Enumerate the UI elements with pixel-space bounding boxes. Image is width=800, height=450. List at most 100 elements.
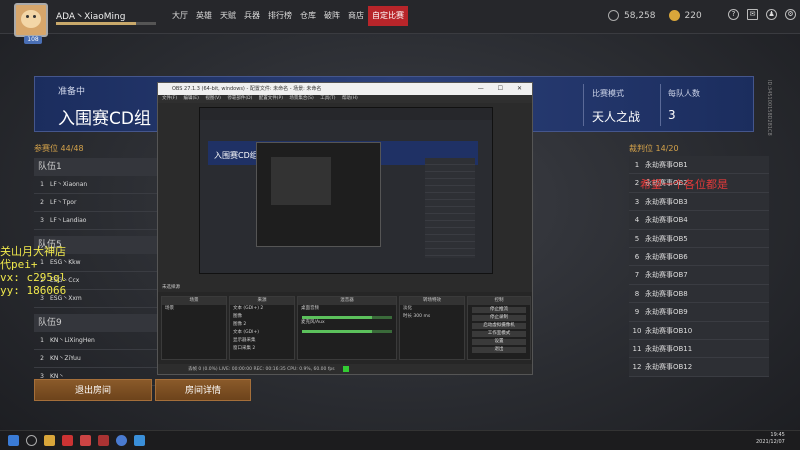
- leave-room-button[interactable]: 退出房间: [34, 379, 152, 401]
- room-details-button[interactable]: 房间详情: [155, 379, 251, 401]
- player-row[interactable]: 3 LF丶Landiao: [34, 212, 162, 230]
- coin-icon: [608, 10, 619, 21]
- obs-title: OBS 27.1.3 (64-bit, windows) - 配置文件: 未命名…: [172, 86, 322, 92]
- seats-label: 参赛位 44/48: [34, 144, 84, 153]
- nav-item[interactable]: 仓库: [296, 6, 320, 26]
- mixer-channel-label: 桌面音频: [301, 306, 319, 311]
- transitions-dock[interactable]: 转场特效 淡化 时长 300 ms: [399, 296, 465, 360]
- avatar[interactable]: [14, 3, 48, 37]
- preview-judge-list: [425, 158, 475, 258]
- search-icon[interactable]: [26, 435, 37, 446]
- transition-item[interactable]: 时长 300 ms: [400, 313, 464, 321]
- app-icon[interactable]: [98, 435, 109, 446]
- nav-item[interactable]: 兵器: [240, 6, 264, 26]
- controls-dock[interactable]: 控制 停止推流 停止录制 启动虚拟摄像机 工作室模式 设置 退出: [467, 296, 531, 360]
- judge-row[interactable]: 8 永劫赛事OB8: [629, 284, 769, 304]
- app-icon[interactable]: [134, 435, 145, 446]
- source-status: 未选择源: [162, 285, 180, 290]
- nav-item[interactable]: 商店: [344, 6, 368, 26]
- friends-icon[interactable]: ♟: [766, 9, 777, 20]
- nav-item[interactable]: 英雄: [192, 6, 216, 26]
- judge-row[interactable]: 11 永劫赛事OB11: [629, 339, 769, 359]
- red-caption: 希望一个各位都是: [640, 178, 728, 191]
- mixer-dock[interactable]: 混音器 桌面音频 麦克风/Aux: [297, 296, 397, 360]
- source-item[interactable]: 显示器采集: [230, 337, 294, 345]
- mail-icon[interactable]: ✉: [747, 9, 758, 20]
- obs-taskbar-icon[interactable]: [116, 435, 127, 446]
- xp-bar: [56, 22, 156, 25]
- overlay-line: vx: c295ql: [0, 271, 67, 284]
- player-row[interactable]: 2 LF丶Tpor: [34, 194, 162, 212]
- control-button[interactable]: 启动虚拟摄像机: [472, 323, 526, 329]
- source-item[interactable]: 文本 (GDI+) 2: [230, 305, 294, 313]
- sources-dock[interactable]: 来源 文本 (GDI+) 2 图像 图像 2 文本 (GDI+) 显示器采集 窗口采集 2: [229, 296, 295, 360]
- control-button[interactable]: 设置: [472, 339, 526, 345]
- xp-bar-fill: [56, 22, 136, 25]
- judge-name: 永劫赛事OB7: [645, 271, 688, 280]
- control-button[interactable]: 停止推流: [472, 307, 526, 313]
- player-row[interactable]: 1 LF丶Xiaonan: [34, 176, 162, 194]
- judge-row[interactable]: 1 永劫赛事OB1: [629, 156, 769, 175]
- preview-title: 入围赛CD组: [214, 151, 258, 160]
- obs-docks: 场景 场景 来源 文本 (GDI+) 2 图像 图像 2 文本 (GDI+) 显示器采集 窗口…: [158, 292, 532, 364]
- match-title: 入围赛CD组: [58, 109, 151, 129]
- judge-name: 永劫赛事OB11: [645, 344, 693, 353]
- scene-item[interactable]: 场景: [162, 305, 226, 313]
- judge-slot: 8: [634, 289, 640, 298]
- judge-row[interactable]: 12 永劫赛事OB12: [629, 358, 769, 377]
- window-controls[interactable]: — ☐ ✕: [478, 83, 528, 95]
- obs-title-bar[interactable]: OBS 27.1.3 (64-bit, windows) - 配置文件: 未命名…: [158, 83, 532, 95]
- player-row[interactable]: 2 KN丶ZiYuu: [34, 350, 162, 368]
- app-icon[interactable]: [80, 435, 91, 446]
- obs-window[interactable]: OBS 27.1.3 (64-bit, windows) - 配置文件: 未命名…: [157, 82, 533, 375]
- nav-item[interactable]: 天赋: [216, 6, 240, 26]
- nav-item[interactable]: 自定比赛: [368, 6, 408, 26]
- gold-count: 220: [684, 10, 702, 21]
- control-button[interactable]: 退出: [472, 347, 526, 353]
- source-item[interactable]: 图像: [230, 313, 294, 321]
- overlay-line: 代pei+: [0, 258, 38, 271]
- judge-row[interactable]: 4 永劫赛事OB4: [629, 211, 769, 230]
- judge-slot: 4: [634, 216, 640, 225]
- settings-icon[interactable]: ⚙: [785, 9, 796, 20]
- judge-name: 永劫赛事OB4: [645, 216, 688, 225]
- judge-slot: 10: [632, 326, 642, 335]
- judge-row[interactable]: 7 永劫赛事OB7: [629, 266, 769, 285]
- control-button[interactable]: 停止录制: [472, 315, 526, 321]
- nav-item[interactable]: 排行榜: [264, 6, 296, 26]
- explorer-icon[interactable]: [44, 435, 55, 446]
- judge-row[interactable]: 6 永劫赛事OB6: [629, 247, 769, 267]
- obs-status-bar: 丢帧 0 (0.0%) LIVE: 00:00:00 REC: 00:16:35…: [158, 364, 532, 374]
- mixer-channel-label: 麦克风/Aux: [301, 320, 325, 325]
- judge-name: 永劫赛事OB3: [645, 197, 688, 206]
- source-item[interactable]: 图像 2: [230, 321, 294, 329]
- scenes-dock[interactable]: 场景 场景: [161, 296, 227, 360]
- control-button[interactable]: 工作室模式: [472, 331, 526, 337]
- clock: 19:45 2021/12/07: [756, 432, 785, 446]
- judge-row[interactable]: 5 永劫赛事OB5: [629, 229, 769, 248]
- player-name: KN丶ZiYuu: [50, 355, 81, 362]
- taskbar: [0, 430, 800, 450]
- obs-menu-bar[interactable]: 文件(F) 编辑(E) 视图(V) 停靠部件(D) 配置文件(P) 场景集合(S…: [158, 95, 532, 103]
- preview-top-bar: [200, 108, 492, 120]
- judge-row[interactable]: 9 永劫赛事OB9: [629, 303, 769, 322]
- obs-preview[interactable]: 入围赛CD组: [199, 107, 493, 274]
- nav-item[interactable]: 破阵: [320, 6, 344, 26]
- volume-meter[interactable]: [302, 316, 392, 319]
- judge-row[interactable]: 3 永劫赛事OB3: [629, 192, 769, 212]
- help-icon[interactable]: ?: [728, 9, 739, 20]
- transition-item[interactable]: 淡化: [400, 305, 464, 313]
- app-icon[interactable]: [62, 435, 73, 446]
- nested-obs-preview: [256, 142, 381, 247]
- source-item[interactable]: 文本 (GDI+): [230, 329, 294, 337]
- start-icon[interactable]: [8, 435, 19, 446]
- source-item[interactable]: 窗口采集 2: [230, 345, 294, 353]
- nav-item[interactable]: 大厅: [168, 6, 192, 26]
- judge-name: 永劫赛事OB10: [645, 326, 693, 335]
- coin-count: 58,258: [624, 10, 656, 21]
- player-row[interactable]: 1 KN丶LiXingHen: [34, 332, 162, 350]
- volume-meter[interactable]: [302, 330, 392, 333]
- player-slot: 1: [40, 337, 44, 344]
- streamer-overlay: 关山月大神店 代pei+ vx: c295ql yy: 186066: [0, 245, 66, 297]
- judge-row[interactable]: 10 永劫赛事OB10: [629, 321, 769, 340]
